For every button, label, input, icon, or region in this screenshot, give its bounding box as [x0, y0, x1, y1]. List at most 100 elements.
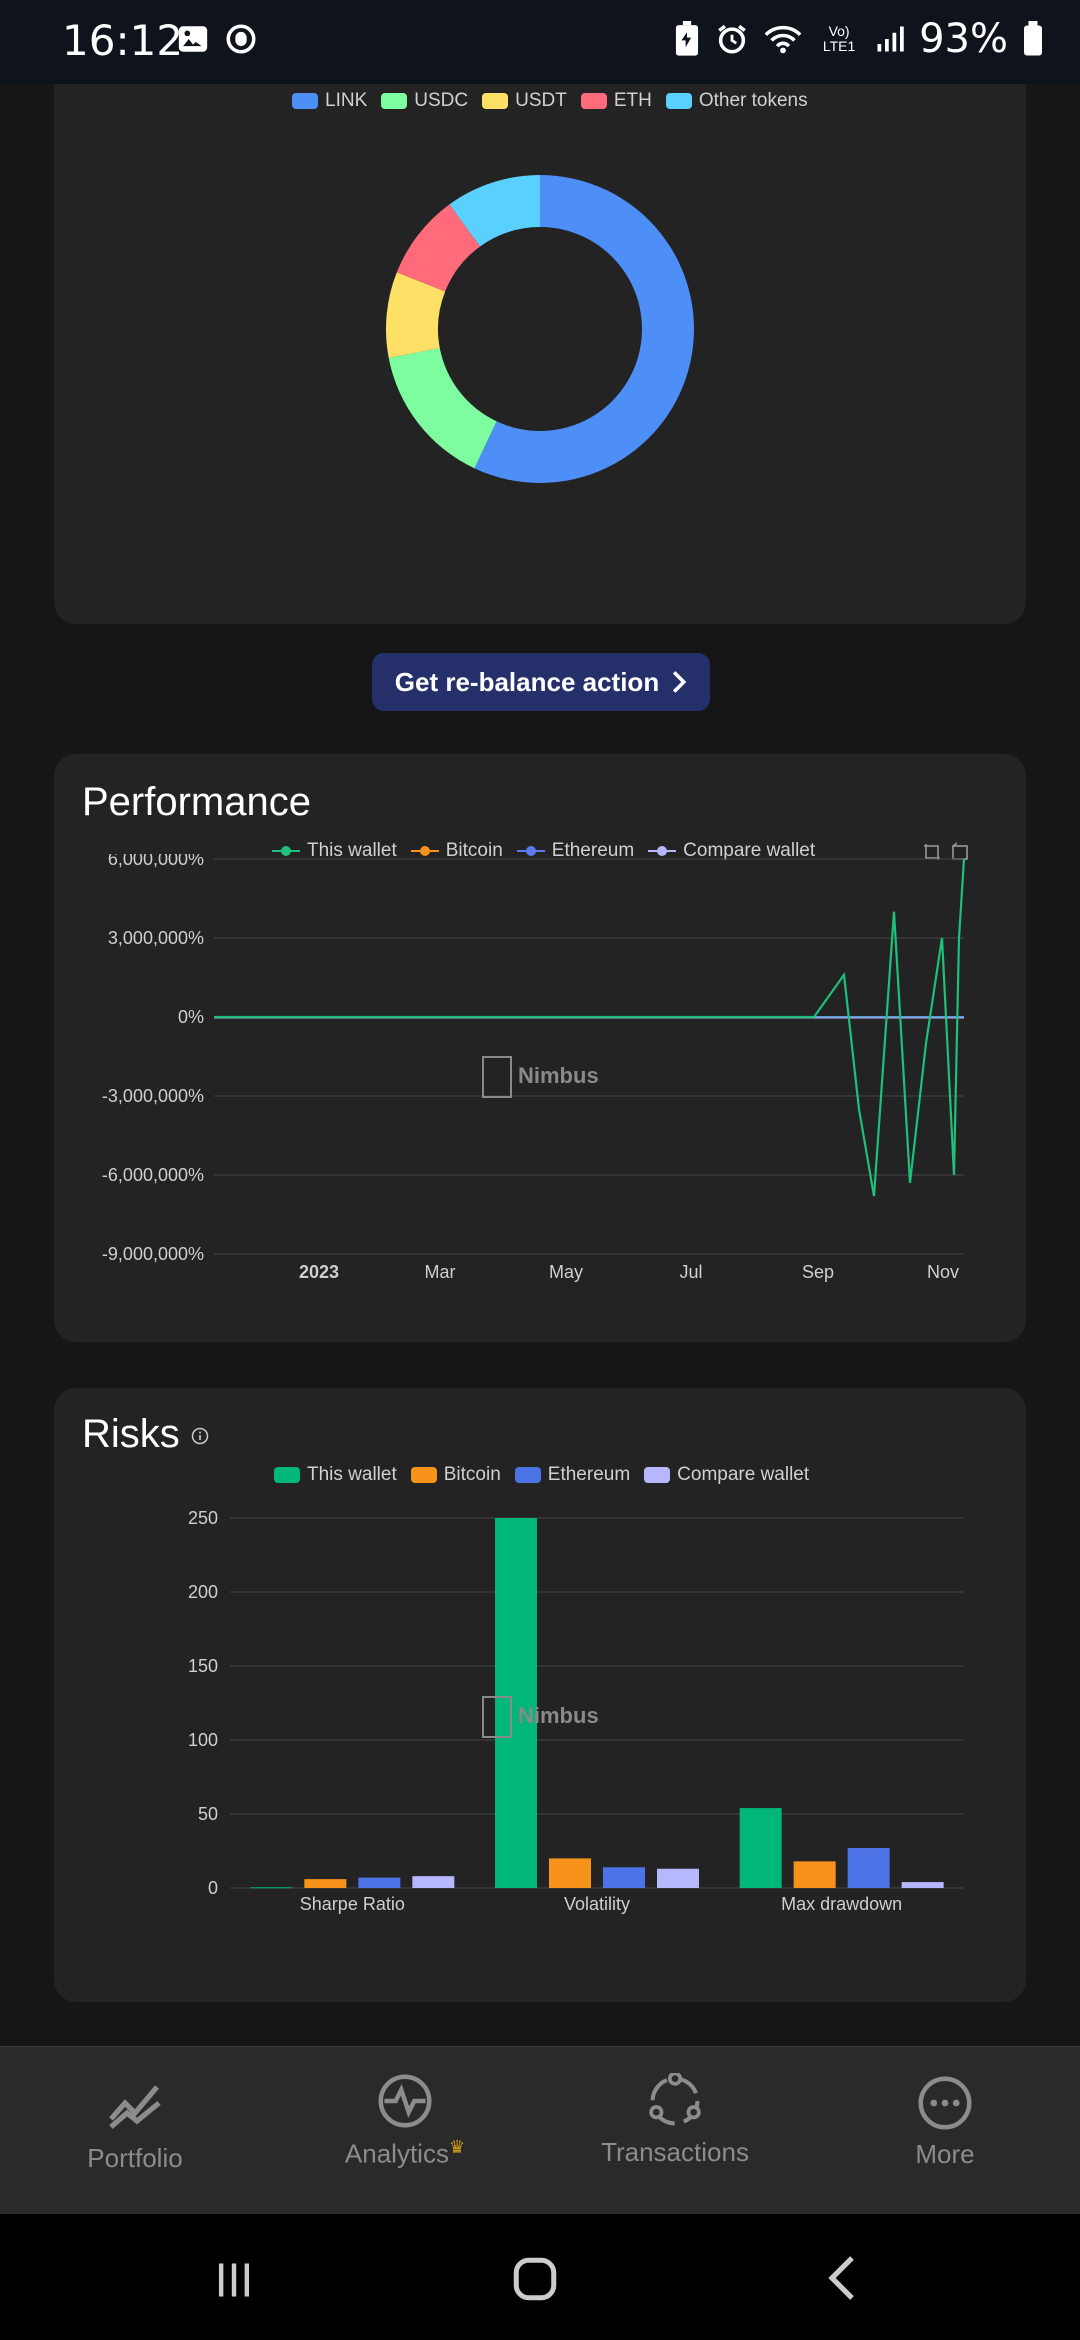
x-tick-label: May	[549, 1262, 583, 1282]
legend-label: USDC	[414, 90, 469, 111]
chevron-right-icon	[673, 671, 687, 693]
battery-icon	[1024, 21, 1042, 56]
risks-bar-chart: 250 200 150 100 50 0 Sharpe Ratio Volatility Max…	[188, 1508, 964, 1914]
legend-swatch	[665, 93, 692, 109]
legend-item[interactable]: ETH	[580, 90, 652, 112]
nav-portfolio[interactable]: Portfolio	[0, 2047, 270, 2215]
y-tick-label: 0%	[178, 1007, 204, 1027]
y-tick-label: 50	[198, 1804, 218, 1824]
y-tick-label: 0	[208, 1878, 218, 1898]
legend-item[interactable]: USDC	[381, 90, 468, 112]
status-right: Vo) LTE1 93%	[673, 16, 1044, 62]
transactions-cycle-icon	[649, 2073, 701, 2126]
legend-swatch	[381, 93, 408, 109]
bar[interactable]	[358, 1877, 401, 1888]
allocation-legend: LINK USDC USDT ETH Other tokens	[292, 90, 822, 112]
y-tick-label: -6,000,000%	[102, 1165, 204, 1185]
x-category-label: Max drawdown	[781, 1894, 902, 1914]
legend-swatch	[516, 846, 545, 856]
rebalance-label: Get re-balance action	[394, 666, 660, 697]
legend-swatch	[292, 93, 318, 109]
network-type: Vo) LTE1	[822, 23, 856, 54]
legend-item[interactable]: LINK	[292, 90, 367, 112]
home-icon[interactable]	[510, 2254, 560, 2304]
gallery-icon	[178, 26, 208, 52]
nav-label-portfolio: Portfolio	[87, 2143, 183, 2173]
bar[interactable]	[603, 1867, 645, 1888]
nav-analytics[interactable]: Analytics♛	[270, 2047, 540, 2215]
y-tick-label: 100	[188, 1730, 218, 1750]
x-category-label: Sharpe Ratio	[300, 1894, 405, 1914]
status-left-icons	[176, 22, 258, 56]
legend-label: LINK	[325, 90, 368, 111]
legend-label: USDT	[515, 90, 567, 111]
nav-label-more: More	[915, 2139, 975, 2169]
rebalance-button[interactable]: Get re-balance action	[372, 653, 710, 711]
y-tick-label: -3,000,000%	[102, 1086, 204, 1106]
legend-label: ETH	[613, 90, 652, 111]
sync-icon	[226, 24, 256, 54]
status-time: 16:12	[62, 16, 184, 65]
legend-swatch	[410, 846, 439, 856]
more-dots-icon	[918, 2076, 972, 2130]
bottom-navigation: Portfolio Analytics♛ Transactions More	[0, 2046, 1080, 2215]
bar[interactable]	[739, 1808, 782, 1888]
legend-item[interactable]: USDT	[482, 90, 567, 112]
risks-title: Risks	[82, 1412, 209, 1457]
bar[interactable]	[412, 1876, 455, 1888]
battery-percent: 93%	[919, 16, 1008, 62]
performance-title: Performance	[82, 780, 311, 824]
portfolio-chart-icon	[109, 2085, 161, 2129]
legend-label: Other tokens	[698, 90, 808, 111]
nav-more[interactable]: More	[810, 2047, 1080, 2215]
y-tick-label: 3,000,000%	[108, 928, 204, 948]
system-navigation-bar	[0, 2214, 1080, 2340]
y-tick-label: 6,000,000%	[108, 854, 204, 869]
performance-watermark: Nimbus	[482, 1056, 599, 1098]
bar[interactable]	[549, 1858, 591, 1888]
battery-saver-icon	[676, 21, 699, 56]
y-tick-label: 250	[188, 1508, 218, 1528]
signal-icon	[877, 26, 904, 52]
nimbus-logo-icon	[482, 1056, 512, 1098]
y-tick-label: -9,000,000%	[102, 1244, 204, 1264]
y-tick-label: 150	[188, 1656, 218, 1676]
risks-card: Risks This wallet Bitcoin Ethereum Compare …	[54, 1388, 1026, 2002]
recent-apps-icon[interactable]	[212, 2258, 256, 2302]
legend-swatch	[482, 93, 509, 109]
bar[interactable]	[901, 1882, 944, 1888]
bar[interactable]	[793, 1861, 836, 1888]
x-tick-label: Nov	[927, 1262, 959, 1282]
back-icon[interactable]	[822, 2254, 862, 2302]
nav-transactions[interactable]: Transactions	[540, 2047, 810, 2215]
legend-item[interactable]: Other tokens	[665, 90, 808, 112]
series-line-this-wallet	[214, 858, 966, 1197]
x-tick-label: 2023	[299, 1262, 339, 1282]
x-tick-label: Sep	[802, 1262, 834, 1282]
alarm-icon	[718, 24, 746, 54]
bar[interactable]	[847, 1848, 890, 1888]
nimbus-logo-icon	[482, 1696, 512, 1738]
x-tick-label: Mar	[425, 1262, 456, 1282]
bar[interactable]	[657, 1868, 699, 1888]
allocation-donut-chart	[386, 175, 695, 483]
x-tick-label: Jul	[679, 1262, 702, 1282]
legend-swatch	[648, 846, 677, 856]
crown-icon: ♛	[448, 2137, 466, 2157]
y-tick-label: 200	[188, 1582, 218, 1602]
allocation-card: LINK USDC USDT ETH Other tokens	[54, 84, 1026, 624]
bar[interactable]	[250, 1887, 293, 1889]
wifi-icon	[764, 25, 802, 54]
analytics-pulse-icon	[378, 2074, 432, 2128]
risks-watermark: Nimbus	[482, 1696, 599, 1738]
status-bar: 16:12 Vo) LTE1 93%	[0, 0, 1080, 84]
info-icon[interactable]	[191, 1427, 209, 1445]
x-category-label: Volatility	[564, 1894, 630, 1914]
nav-label-analytics: Analytics♛	[344, 2137, 466, 2169]
bar[interactable]	[304, 1879, 347, 1888]
legend-swatch	[580, 93, 607, 109]
legend-swatch	[272, 846, 300, 856]
performance-card: Performance This wallet Bitcoin Ethereum Co…	[54, 754, 1026, 1342]
donut-slice[interactable]	[388, 348, 497, 469]
nav-label-transactions: Transactions	[601, 2137, 749, 2167]
